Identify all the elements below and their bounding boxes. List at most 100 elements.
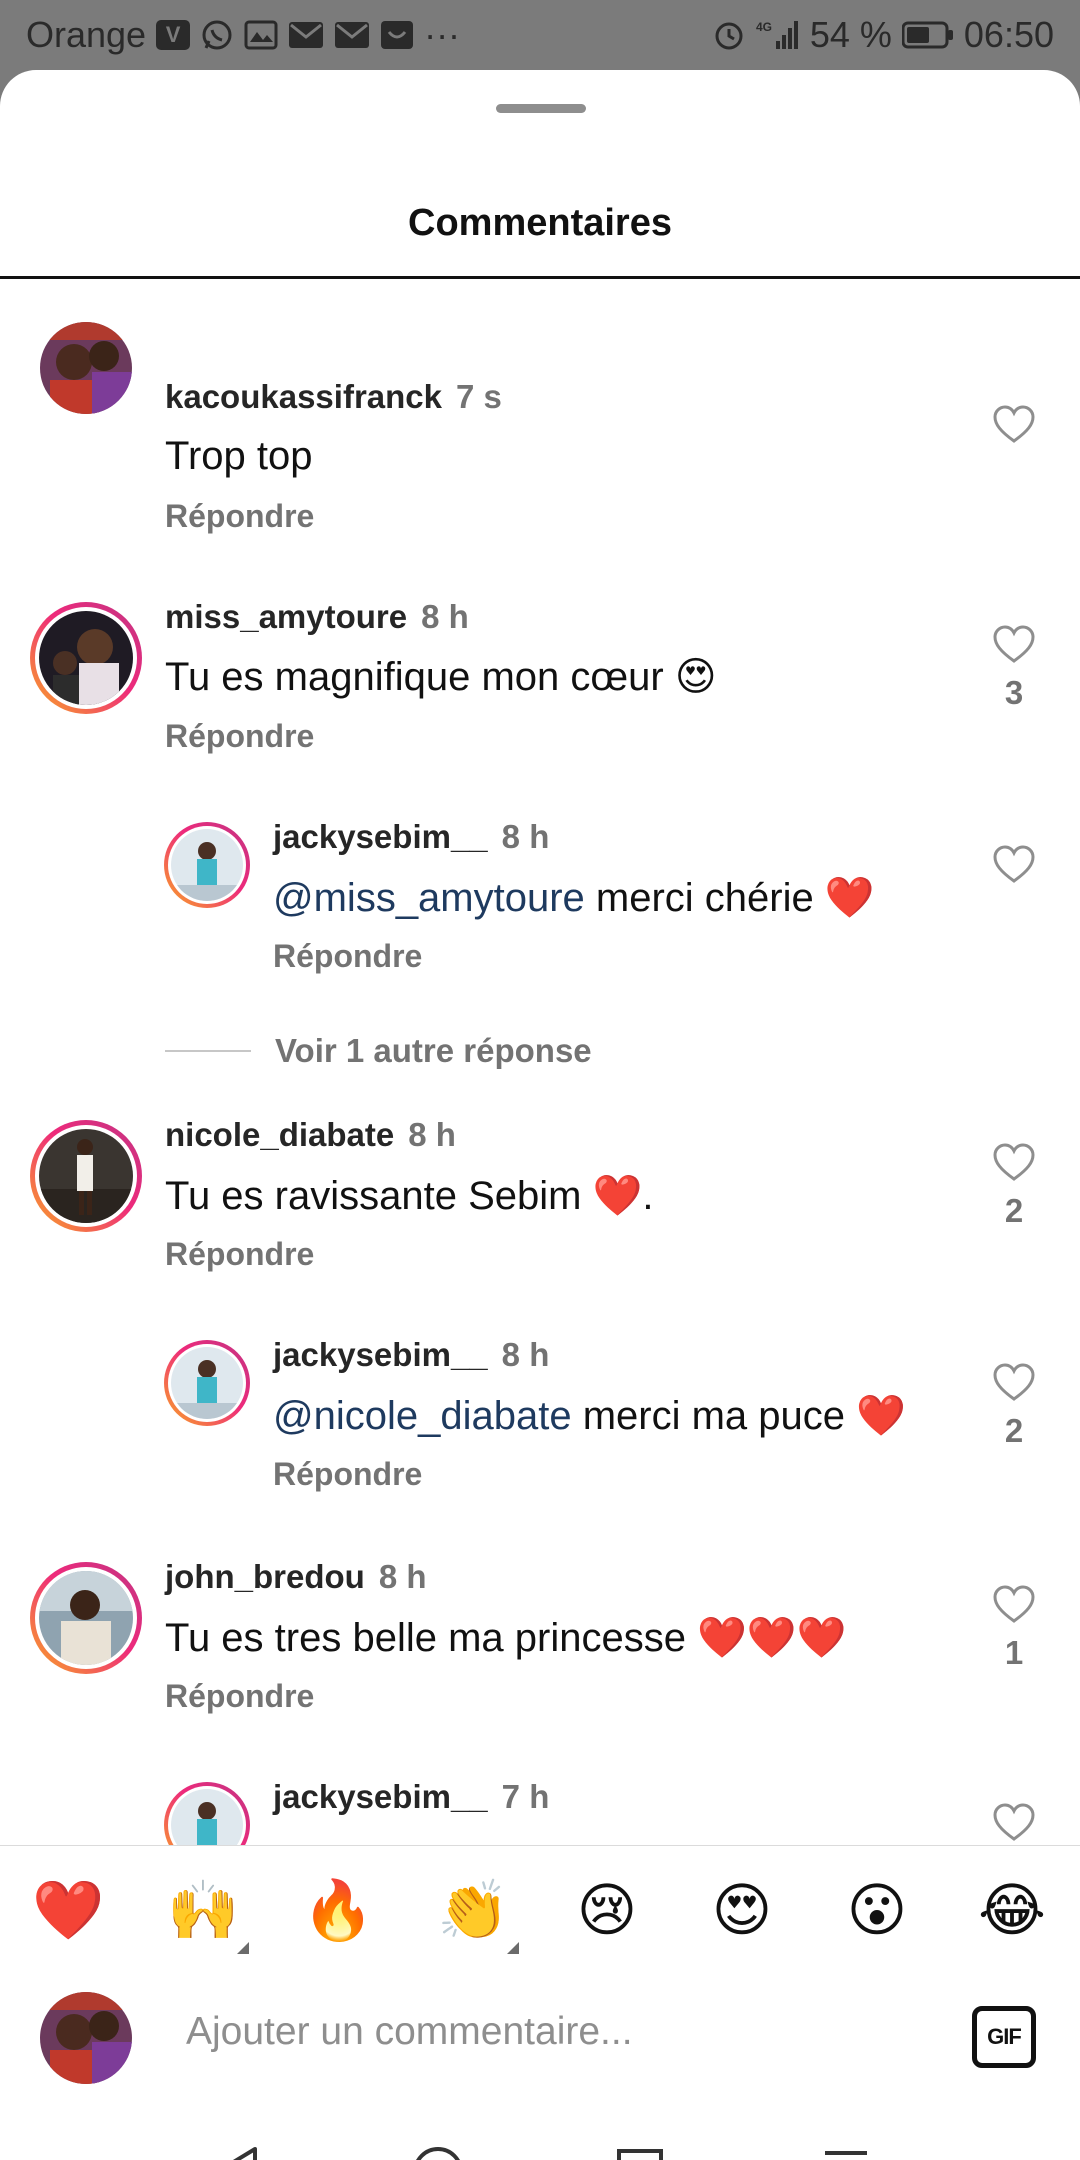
navigation-bar [0, 2110, 1080, 2160]
mention-link[interactable]: @miss_amytoure [273, 876, 585, 920]
clock: 06:50 [963, 14, 1054, 55]
reply-button[interactable]: Répondre [165, 1678, 314, 1715]
comment-composer: Ajouter un commentaire... GIF [0, 1970, 1080, 2110]
battery-percent: 54 % [809, 14, 892, 55]
comment-username[interactable]: john_bredou [165, 1558, 365, 1595]
comment-username[interactable]: jackysebim__ [273, 1336, 488, 1373]
sheet-title: Commentaires [408, 202, 672, 244]
skin-tone-indicator [237, 1942, 249, 1954]
heart-icon [993, 1143, 1035, 1181]
emoji-raised-hands-button[interactable]: 🙌 [167, 1876, 249, 1954]
reply-button[interactable]: Répondre [273, 1456, 422, 1493]
home-button[interactable] [408, 2142, 468, 2160]
reply-button[interactable]: Répondre [165, 718, 314, 755]
comment-input[interactable]: Ajouter un commentaire... [186, 2010, 633, 2054]
comment-time: 8 h [421, 598, 469, 635]
carrier-label: Orange [26, 14, 147, 55]
comment-username[interactable]: nicole_diabate [165, 1116, 394, 1153]
comment-time: 8 h [408, 1116, 456, 1153]
recents-button[interactable] [610, 2142, 670, 2160]
heart-icon [993, 1803, 1035, 1841]
title-divider [0, 276, 1080, 279]
like-count: 2 [1004, 1412, 1024, 1449]
comment-text: Tu es magnifique mon cœur 😍 [165, 655, 717, 699]
notification-shade-button[interactable] [816, 2142, 876, 2160]
emoji-clap-button[interactable]: 👏 [437, 1876, 519, 1954]
like-button[interactable] [984, 844, 1044, 884]
collapse-keyboard-button[interactable] [54, 2142, 114, 2160]
heart-icon [993, 405, 1035, 443]
comment-time: 7 s [456, 378, 502, 415]
whatsapp-icon [200, 18, 234, 52]
heart-icon [993, 625, 1035, 663]
avatar-story-ring[interactable] [30, 1120, 142, 1232]
battery-icon [901, 20, 954, 50]
avatar-story-ring[interactable] [164, 1340, 250, 1426]
gallery-icon [244, 20, 278, 50]
avatar[interactable] [40, 322, 132, 414]
comment-text: Tu es tres belle ma princesse ❤️❤️❤️ [165, 1616, 847, 1660]
back-button[interactable] [206, 2142, 266, 2160]
avatar [39, 1129, 133, 1223]
back-triangle-icon [232, 2147, 257, 2160]
gif-button[interactable]: GIF [972, 2006, 1036, 2068]
comment-username[interactable]: jackysebim__ [273, 1778, 488, 1815]
comment-time: 8 h [378, 1558, 427, 1595]
viber-icon: V [156, 20, 191, 50]
network-type: 4G [756, 20, 772, 34]
emoji-surprised-button[interactable]: 😮 [842, 1876, 912, 1946]
signal-icon: 4G [756, 19, 800, 51]
like-button[interactable]: 2 [984, 1142, 1044, 1230]
comments-sheet: Commentaires kacoukassifranck 7 s Trop to… [0, 70, 1080, 2160]
like-button[interactable]: 2 [984, 1362, 1044, 1450]
divider-line [165, 1050, 251, 1052]
avatar [40, 1992, 132, 2084]
view-more-replies[interactable]: Voir 1 autre réponse [165, 1032, 592, 1070]
view-more-label: Voir 1 autre réponse [275, 1032, 592, 1069]
comment-username[interactable]: miss_amytoure [165, 598, 407, 635]
comment-time: 8 h [501, 1336, 550, 1373]
comment-text: merci ma puce ❤️ [571, 1394, 906, 1438]
avatar-story-ring[interactable] [30, 602, 142, 714]
mail-icon [288, 21, 324, 49]
emoji-heart-button[interactable]: ❤️ [32, 1876, 104, 1946]
avatar [39, 1571, 133, 1665]
avatar-story-ring[interactable] [164, 1782, 250, 1845]
status-bar: Orange V ··· 4G 54 % 06:50 [0, 0, 1080, 72]
like-button[interactable] [984, 1802, 1044, 1842]
like-count: 2 [1004, 1192, 1024, 1229]
alarm-icon [712, 18, 746, 52]
comment-time: 7 h [501, 1778, 550, 1815]
reply-button[interactable]: Répondre [273, 938, 422, 975]
comment-text: merci chérie ❤️ [584, 876, 875, 920]
like-count: 3 [1004, 674, 1024, 711]
like-button[interactable]: 1 [984, 1584, 1044, 1672]
heart-icon [993, 1585, 1035, 1623]
notification-icon [380, 20, 414, 50]
comment-username[interactable]: kacoukassifranck [165, 378, 442, 415]
reply-button[interactable]: Répondre [165, 498, 314, 535]
avatar [171, 1789, 243, 1845]
emoji-laughing-button[interactable]: 😂 [977, 1876, 1047, 1946]
emoji-crying-button[interactable]: 😢 [572, 1876, 642, 1946]
drag-handle[interactable] [496, 104, 586, 113]
emoji-heart-eyes-button[interactable]: 😍 [707, 1876, 777, 1946]
emoji-raised-hands: 🙌 [167, 1878, 240, 1943]
comment-list[interactable]: kacoukassifranck 7 s Trop top Répondre mi… [0, 280, 1080, 1845]
like-count: 1 [1004, 1634, 1024, 1671]
reply-button[interactable]: Répondre [165, 1236, 314, 1273]
comment-text: Tu es ravissante Sebim ❤️. [165, 1174, 654, 1218]
home-circle-icon [416, 2147, 460, 2160]
avatar-story-ring[interactable] [30, 1562, 142, 1674]
more-notifications-indicator: ··· [424, 14, 461, 55]
emoji-fire-button[interactable]: 🔥 [302, 1876, 374, 1946]
like-button[interactable]: 3 [984, 624, 1044, 712]
mention-link[interactable]: @nicole_diabate [273, 1394, 572, 1438]
emoji-clap: 👏 [437, 1878, 510, 1943]
avatar [39, 611, 133, 705]
mail-icon [334, 21, 370, 49]
like-button[interactable] [984, 404, 1044, 444]
comment-username[interactable]: jackysebim__ [273, 818, 488, 855]
emoji-quick-bar: ❤️ 🙌 🔥 👏 😢 😍 😮 😂 [0, 1845, 1080, 1971]
avatar-story-ring[interactable] [164, 822, 250, 908]
